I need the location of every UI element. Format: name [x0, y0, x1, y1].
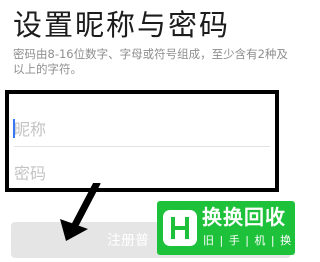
- watermark-logo: 换换回收 旧 | 手 | 机 | 换 | 钱: [157, 201, 317, 255]
- page-title: 设置昵称与密码: [13, 8, 231, 42]
- h-logo-icon: [163, 210, 197, 246]
- password-input[interactable]: [14, 158, 264, 188]
- arrow-down-icon: [60, 183, 101, 241]
- logo-tagline: 旧 | 手 | 机 | 换 | 钱: [203, 234, 318, 247]
- nickname-input[interactable]: [14, 114, 264, 144]
- field-divider: [14, 146, 270, 147]
- password-rules-text: 密码由8-16位数字、字母或符号组成，至少含有2种及以上的字符。: [13, 47, 288, 76]
- logo-name: 换换回收: [202, 205, 286, 229]
